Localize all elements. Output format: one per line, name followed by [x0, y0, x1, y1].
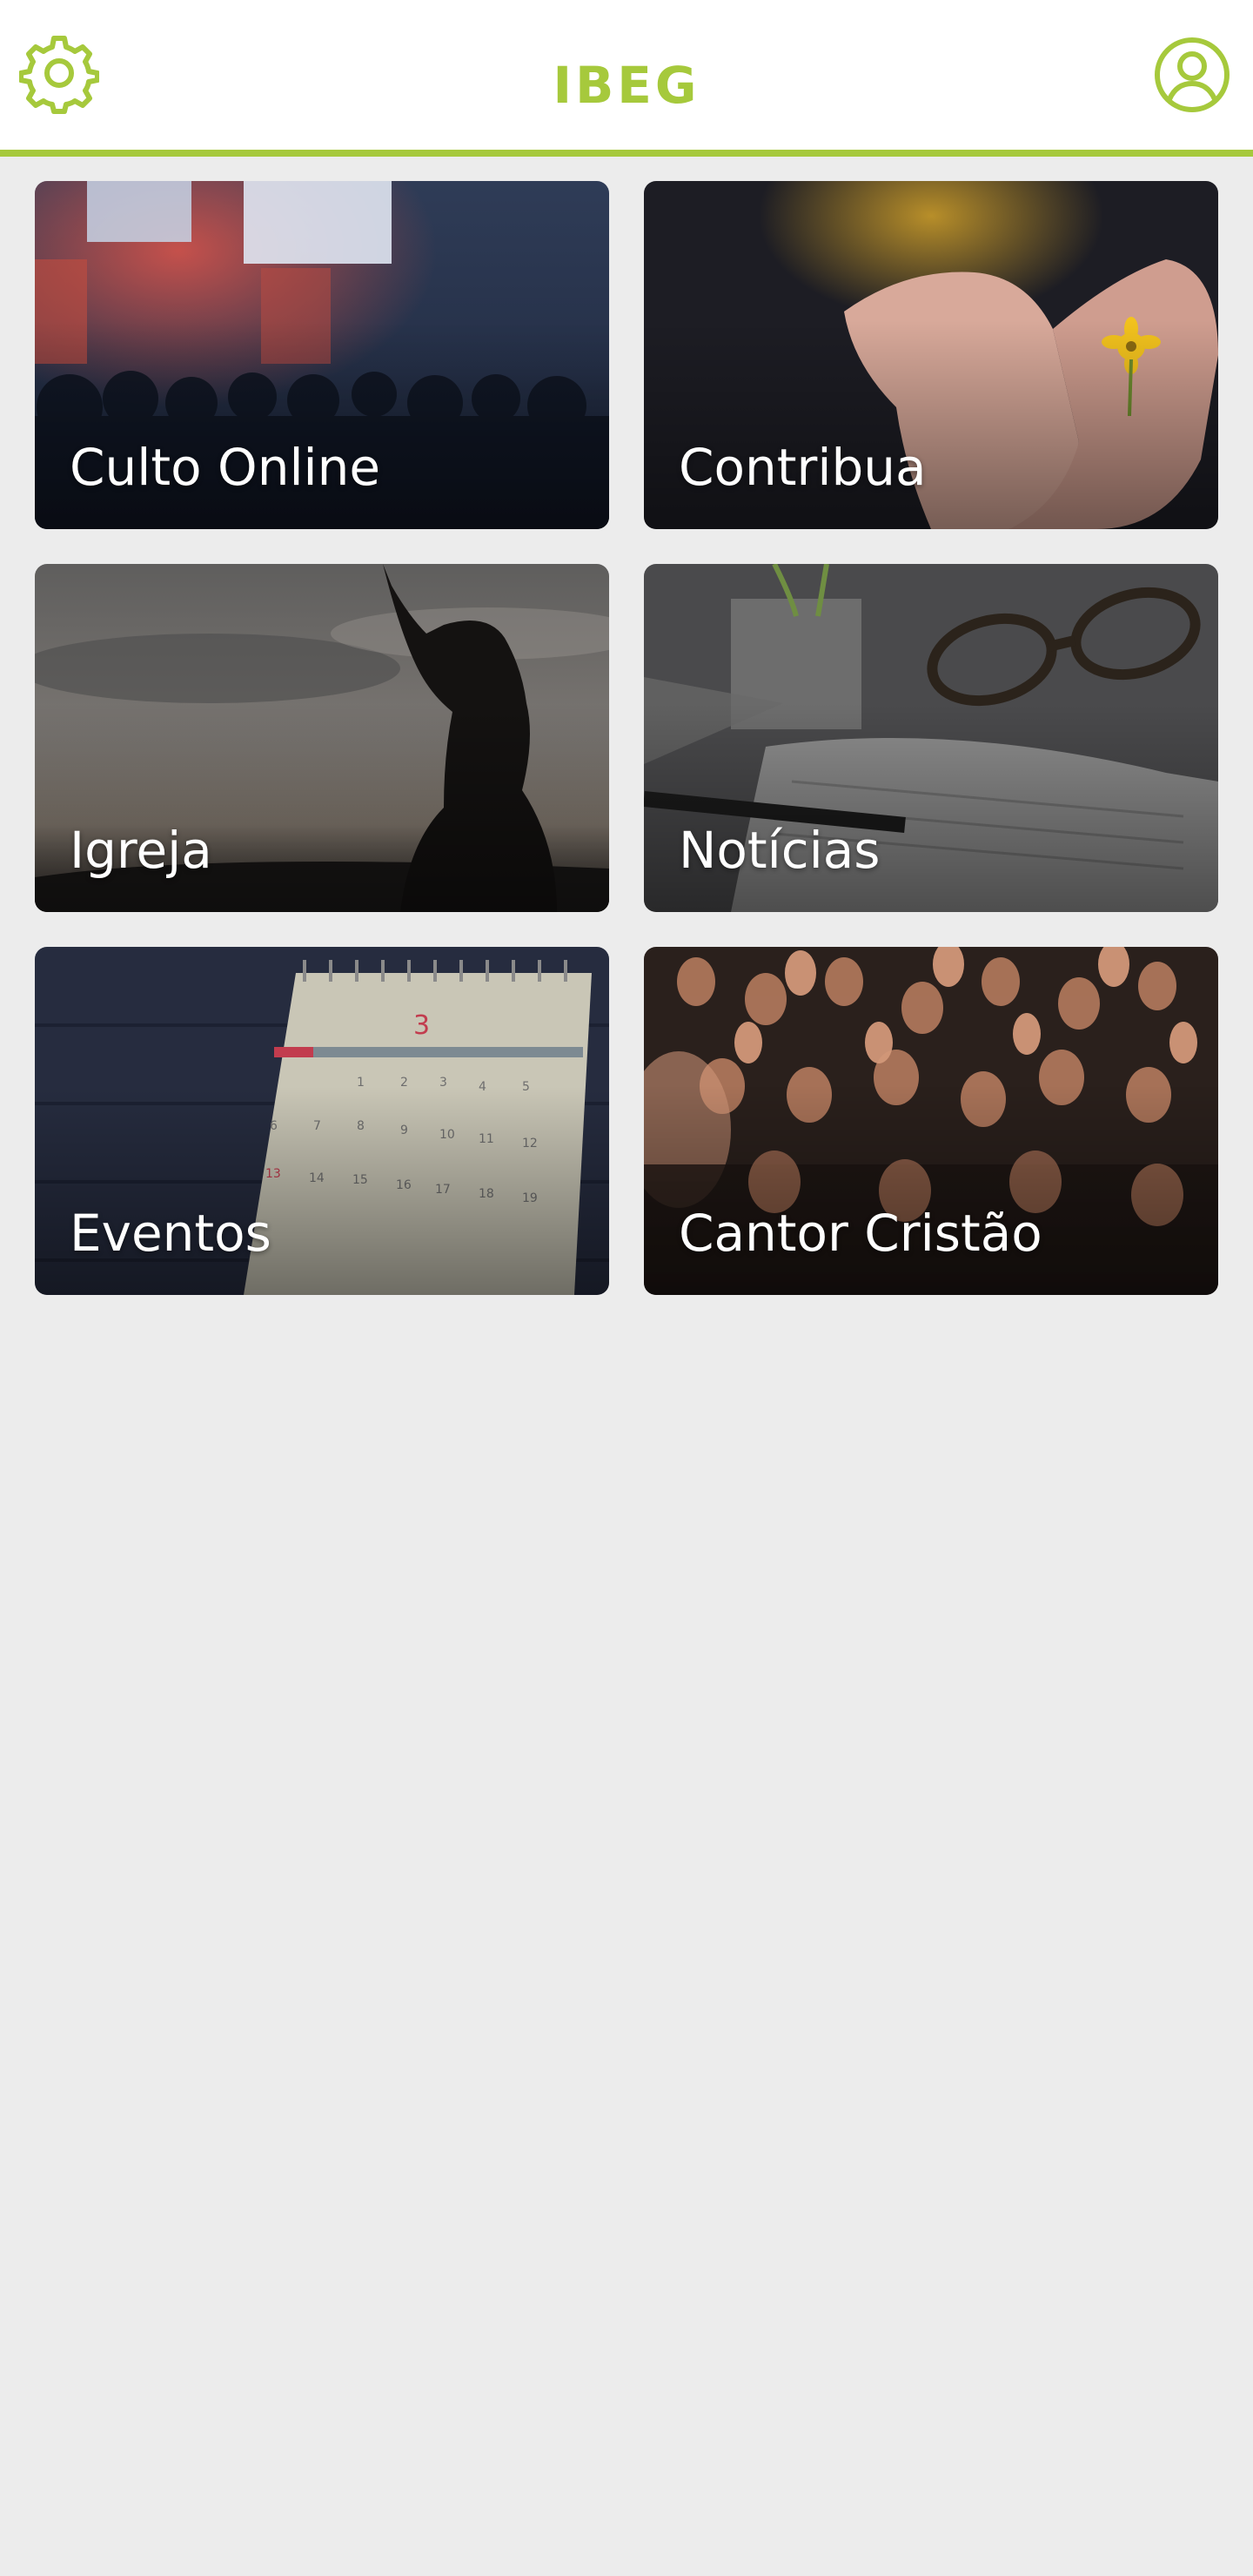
tile-shade: [35, 703, 609, 912]
tile-shade: [644, 1086, 1218, 1295]
tile-culto-online[interactable]: Culto Online: [35, 181, 609, 529]
tile-shade: [35, 1086, 609, 1295]
tile-label: Cantor Cristão: [679, 1204, 1042, 1263]
tile-shade: [644, 320, 1218, 529]
app-title: IBEG: [553, 56, 700, 115]
menu-grid: Culto Online Contribua Igreja Notícias 3…: [35, 181, 1218, 1295]
tile-label: Igreja: [70, 821, 212, 880]
tile-cantor-cristao[interactable]: Cantor Cristão: [644, 947, 1218, 1295]
app-header: IBEG: [0, 0, 1253, 157]
user-circle-icon: [1155, 37, 1230, 112]
profile-button[interactable]: [1152, 35, 1232, 115]
tile-contribua[interactable]: Contribua: [644, 181, 1218, 529]
tile-shade: [35, 320, 609, 529]
tile-noticias[interactable]: Notícias: [644, 564, 1218, 912]
tile-label: Culto Online: [70, 438, 381, 497]
tile-igreja[interactable]: Igreja: [35, 564, 609, 912]
tile-eventos[interactable]: 3 123 45 678 91011 12 131415 161718 19 E…: [35, 947, 609, 1295]
tile-shade: [644, 703, 1218, 912]
tile-label: Eventos: [70, 1204, 271, 1263]
tile-label: Notícias: [679, 821, 881, 880]
tile-label: Contribua: [679, 438, 927, 497]
svg-text:3: 3: [413, 1010, 430, 1041]
